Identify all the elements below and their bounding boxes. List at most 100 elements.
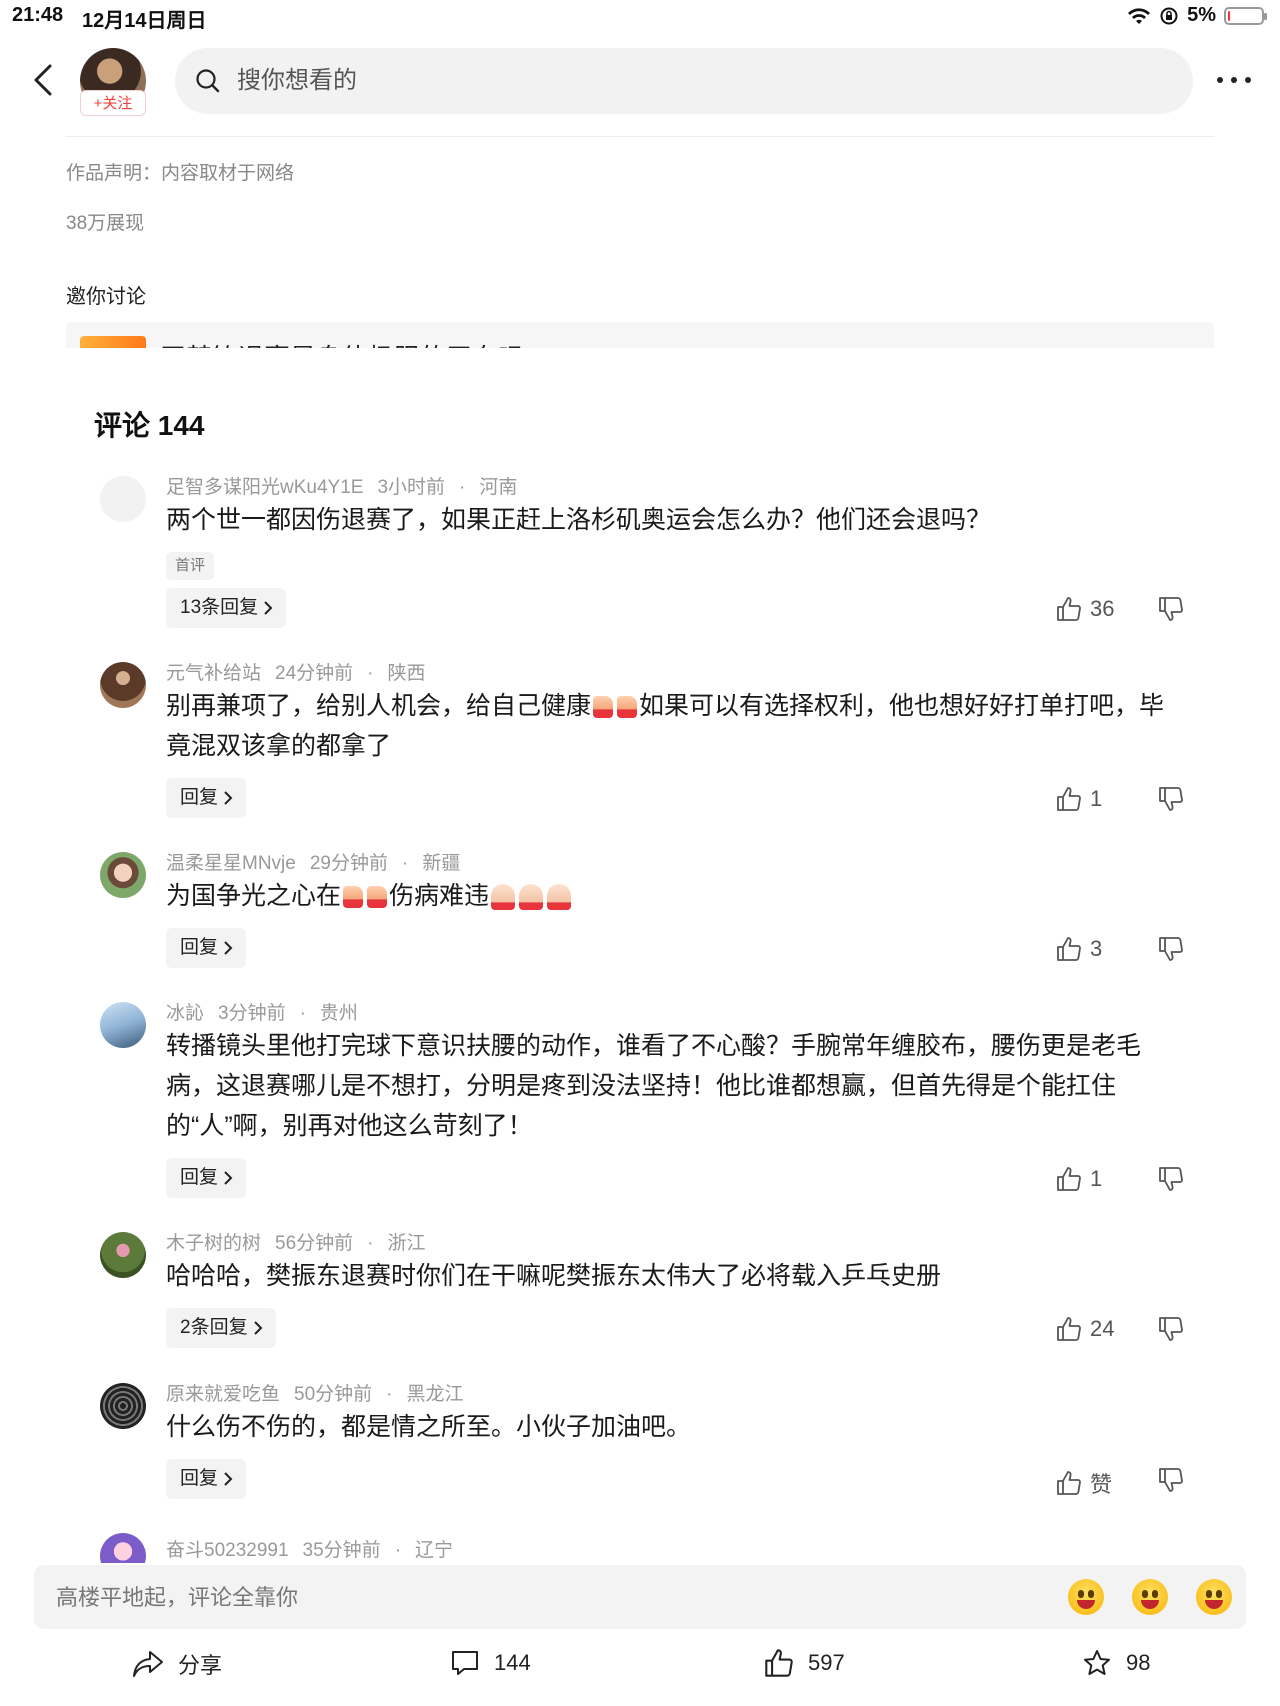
comment-text-part: 为国争光之心在 [166,882,342,910]
battery-icon [1224,6,1267,25]
thumbs-down-icon[interactable] [1158,1316,1184,1342]
thumbs-down-icon[interactable] [1158,1467,1184,1493]
comment-text: 两个世一都因伤退赛了，如果正赶上洛杉矶奥运会怎么办？他们还会退吗？ [166,506,992,534]
follow-button[interactable]: +关注 [80,90,146,116]
thumbs-up-emoji-icon [367,886,388,909]
comment-time: 29分钟前 [309,853,388,874]
comment-username[interactable]: 木子树的树 [166,1233,261,1254]
comment-username[interactable]: 奋斗50232991 [166,1540,289,1561]
like-button[interactable]: 1 [1056,1166,1102,1192]
content-statement: 作品声明：内容取材于网络 [66,163,295,184]
comment-meta: 冰訫 3分钟前 · 贵州 [166,998,372,1025]
reply-button[interactable]: 回复 [166,778,247,818]
comment-separator: · [401,853,409,874]
avatar[interactable] [100,476,146,522]
status-right: 5% [1127,4,1267,27]
reply-button[interactable]: 回复 [166,1158,247,1198]
thumbs-up-icon [1057,1471,1081,1495]
like-button[interactable]: 1 [1056,786,1102,812]
comment-icon [452,1651,478,1675]
chevron-right-icon [253,1321,262,1335]
comment-username[interactable]: 温柔星星MNvje [166,853,296,874]
topic-text: 王楚钦退赛是身体极限的无奈吗 [160,338,524,348]
thumbs-down-icon[interactable] [1158,936,1184,962]
thumbs-up-icon [765,1649,793,1677]
starry-eyes-emoji-icon[interactable] [1132,1579,1168,1615]
praying-hands-emoji-icon [519,884,544,911]
thumbs-up-icon [1057,787,1081,811]
grinning-emoji-icon[interactable] [1196,1579,1232,1615]
avatar[interactable] [100,662,146,708]
like-count: 1 [1090,786,1103,811]
comment-input[interactable] [54,1579,958,1617]
comment-time: 3分钟前 [218,1003,286,1024]
thumbs-down-icon[interactable] [1158,786,1184,812]
chevron-right-icon [224,1171,233,1185]
more-options-icon[interactable] [1214,68,1254,92]
comment-username[interactable]: 冰訫 [166,1003,204,1024]
comment-count: 144 [494,1650,531,1675]
reply-label: 回复 [180,1468,219,1489]
like-button[interactable]: 3 [1056,936,1102,962]
comment-separator: · [386,1384,393,1405]
comment-username[interactable]: 原来就爱吃鱼 [166,1384,280,1405]
avatar[interactable] [100,852,146,898]
comment-region: 新疆 [422,853,461,874]
thumbs-down-icon[interactable] [1158,596,1184,622]
status-bar: 21:48 12月14日周日 5% [0,0,1280,34]
comment-time: 35分钟前 [302,1540,381,1561]
comment-separator: · [367,663,374,684]
like-post-button[interactable]: 597 [764,1648,845,1678]
chevron-right-icon [224,791,233,805]
comment-region: 陕西 [387,663,426,684]
reply-label: 2条回复 [180,1317,248,1338]
like-button[interactable]: 24 [1056,1316,1114,1342]
share-button[interactable]: 分享 [132,1648,222,1680]
thumbs-down-icon[interactable] [1158,1166,1184,1192]
thumbs-up-icon [1057,1317,1081,1341]
praying-hands-emoji-icon [547,884,572,911]
wifi-icon [1128,7,1151,24]
comment-item: 奋斗50232991 35分钟前 · 辽宁 [0,1533,1280,1563]
search-input[interactable] [235,66,1039,96]
avatar[interactable] [100,1002,146,1048]
reply-label: 回复 [180,937,219,958]
comment-meta: 木子树的树 56分钟前 · 浙江 [166,1228,440,1255]
comment-text-part: 伤病难违 [389,882,490,910]
reply-button[interactable]: 回复 [166,1459,247,1499]
topic-card[interactable]: 王楚钦退赛是身体极限的无奈吗 [66,322,1214,348]
reply-label: 回复 [180,787,219,808]
comment-region: 辽宁 [415,1540,454,1561]
like-button[interactable]: 赞 [1056,1467,1112,1499]
like-button[interactable]: 36 [1056,596,1114,622]
comment-button[interactable]: 144 [450,1648,531,1678]
comment-username[interactable]: 足智多谋阳光wKu4Y1E [166,477,363,498]
reply-button[interactable]: 回复 [166,928,247,968]
like-count: 赞 [1090,1472,1113,1497]
comment-text: 什么伤不伤的，都是情之所至。小伙子加油吧。 [166,1413,692,1441]
laughing-emoji-icon[interactable] [1068,1579,1104,1615]
praying-hands-emoji-icon [491,884,516,911]
favorite-button[interactable]: 98 [1082,1648,1150,1678]
view-replies-button[interactable]: 13条回复 [166,588,287,628]
comment-time: 56分钟前 [275,1233,354,1254]
avatar[interactable] [100,1533,146,1563]
like-count: 597 [808,1650,845,1675]
thumbs-up-icon [1057,937,1081,961]
avatar[interactable] [100,1383,146,1429]
thumbs-up-emoji-icon [617,696,638,719]
comment-text: 转播镜头里他打完球下意识扶腰的动作，谁看了不心酸？手腕常年缠胶布，腰伤更是老毛病… [166,1032,1142,1140]
search-bar[interactable] [175,48,1193,114]
view-replies-button[interactable]: 2条回复 [166,1308,276,1348]
search-icon [196,69,220,93]
back-arrow-icon[interactable] [24,60,64,100]
comment-separator: · [367,1233,374,1254]
avatar[interactable] [100,1232,146,1278]
favorite-count: 98 [1126,1650,1151,1675]
comments-title: 评论 144 [94,410,205,441]
comment-username[interactable]: 元气补给站 [166,663,261,684]
thumbs-up-emoji-icon [343,886,364,909]
header-divider [66,136,1214,137]
thumbs-up-icon [1057,1167,1081,1191]
battery-percent: 5% [1187,4,1216,26]
